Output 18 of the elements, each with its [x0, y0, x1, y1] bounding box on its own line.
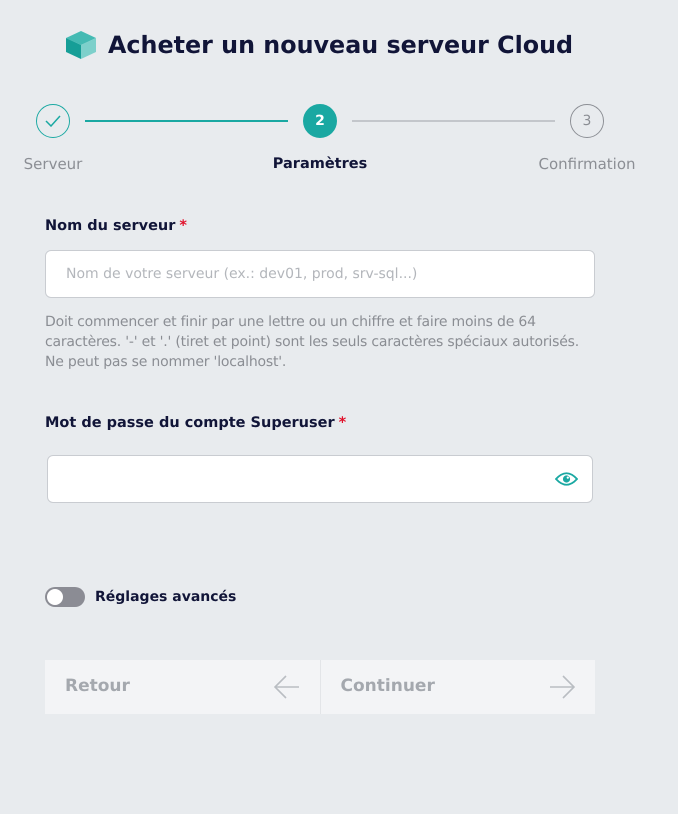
step-indicator: 3: [570, 104, 604, 138]
arrow-left-icon: [274, 675, 300, 699]
password-field[interactable]: [47, 455, 593, 503]
step-label: Paramètres: [272, 155, 368, 174]
cube-logo-icon: [66, 31, 96, 59]
help-text: Doit commencer et finir par une lettre ou un chiffre et faire moins de 64 caractères. '-' et '.' (tiret et point) sont les seuls caractères spéciaux autorisés. Ne peut pas se nommer 'localhost'.: [45, 313, 580, 372]
step-label: Serveur: [24, 154, 82, 174]
field-label: Mot de passe du compte Superuser *: [45, 414, 348, 433]
arrow-right-icon: [549, 675, 575, 699]
page-title: Acheter un nouveau serveur Cloud: [108, 30, 574, 60]
server-name-field[interactable]: Nom de votre serveur (ex.: dev01, prod, srv-sql...): [45, 250, 595, 298]
step-label: Confirmation: [538, 154, 636, 174]
step-indicator: 2: [303, 104, 337, 138]
field-label: Nom du serveur *: [45, 217, 188, 236]
check-icon: [45, 115, 61, 127]
toggle-label: Réglages avancés: [95, 588, 236, 607]
toggle-switch[interactable]: [45, 587, 85, 607]
eye-icon[interactable]: [555, 472, 578, 486]
